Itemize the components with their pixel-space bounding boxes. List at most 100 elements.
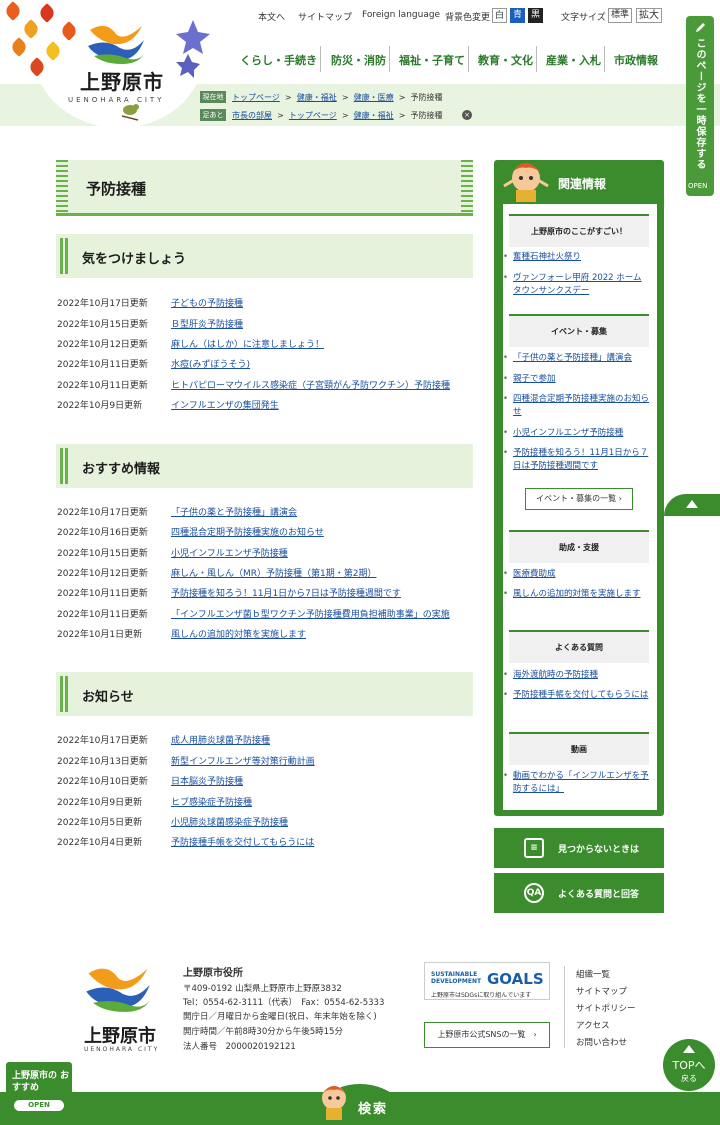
related-link[interactable]: 海外渡航時の予防接種 bbox=[503, 669, 650, 682]
recommend-open-label: OPEN bbox=[14, 1100, 64, 1111]
update-date: 2022年10月11日更新 bbox=[57, 589, 148, 599]
search-label: 検索 bbox=[358, 1102, 389, 1117]
article-link[interactable]: 日本脳炎予防接種 bbox=[171, 774, 243, 787]
related-link[interactable]: 動画でわかる「インフルエンザを予防するには」 bbox=[503, 770, 650, 796]
chevron-right-icon: › bbox=[525, 1030, 537, 1039]
document-search-icon: ≡ bbox=[524, 838, 544, 858]
update-date: 2022年10月10日更新 bbox=[57, 777, 148, 787]
arrow-up-icon bbox=[686, 500, 698, 508]
article-link[interactable]: 「子供の薬と予防接種」講演会 bbox=[171, 505, 297, 518]
article-link[interactable]: 新型インフルエンザ等対策行動計画 bbox=[171, 754, 315, 767]
trail-health-welfare[interactable]: 健康・福祉 bbox=[354, 111, 394, 120]
related-link[interactable]: ヴァンフォーレ甲府 2022 ホームタウンサンクスデー bbox=[503, 272, 650, 298]
article-link[interactable]: 小児肺炎球菌感染症予防接種 bbox=[171, 815, 288, 828]
side-scroll-tab[interactable] bbox=[664, 494, 720, 516]
update-date: 2022年10月1日更新 bbox=[57, 630, 143, 640]
footer-link-sitemap[interactable]: サイトマップ bbox=[576, 985, 627, 997]
article-link[interactable]: 麻しん（はしか）に注意しましょう！ bbox=[171, 337, 324, 350]
article-link[interactable]: 風しんの追加的対策を実施します bbox=[171, 627, 306, 640]
article-link[interactable]: Ｂ型肝炎予防接種 bbox=[171, 317, 243, 330]
mascot-icon bbox=[503, 163, 549, 202]
font-size-normal-button[interactable]: 標準 bbox=[608, 8, 632, 23]
related-link[interactable]: 四種混合定期予防接種実施のお知らせ bbox=[503, 393, 650, 419]
foreign-language-link[interactable]: Foreign language bbox=[362, 10, 440, 20]
footer-link-site-policy[interactable]: サイトポリシー bbox=[576, 1002, 636, 1014]
event-list-button[interactable]: イベント・募集の一覧 › bbox=[525, 488, 633, 510]
article-link[interactable]: インフルエンザの集団発生 bbox=[171, 398, 279, 411]
section-heading: 気をつけましょう bbox=[56, 234, 473, 278]
article-link[interactable]: 予防接種手帳を交付してもらうには bbox=[171, 835, 314, 848]
article-link[interactable]: 四種混合定期予防接種実施のお知らせ bbox=[171, 525, 324, 538]
trail-current: 予防接種 bbox=[410, 111, 443, 120]
footer-link-contact[interactable]: お問い合わせ bbox=[576, 1036, 627, 1048]
logo-text[interactable]: 上野原市 bbox=[80, 66, 164, 95]
recommend-tab[interactable]: 上野原市の おすすめ OPEN bbox=[6, 1062, 72, 1116]
related-group-title: よくある質問 bbox=[509, 630, 649, 663]
sdgs-banner[interactable]: SUSTAINABLE DEVELOPMENT GOALS 上野原市はSDGsに… bbox=[424, 962, 550, 1000]
footer-phone: Tel：0554-62-3111（代表） Fax：0554-62-5333 bbox=[183, 998, 385, 1008]
update-date: 2022年10月17日更新 bbox=[57, 508, 148, 518]
update-date: 2022年10月13日更新 bbox=[57, 757, 148, 767]
qa-icon: QA bbox=[524, 883, 544, 903]
breadcrumb-trail-tag: 足あと bbox=[200, 109, 226, 121]
breadcrumb-health-welfare[interactable]: 健康・福祉 bbox=[297, 93, 337, 102]
bg-white-button[interactable]: 白 bbox=[492, 8, 507, 23]
article-link[interactable]: 子どもの予防接種 bbox=[171, 296, 243, 309]
related-group-title: 助成・支援 bbox=[509, 530, 649, 563]
trail-top[interactable]: トップページ bbox=[289, 111, 337, 120]
update-date: 2022年10月15日更新 bbox=[57, 320, 148, 330]
article-link[interactable]: ヒブ感染症予防接種 bbox=[171, 795, 252, 808]
bg-black-button[interactable]: 黒 bbox=[528, 8, 543, 23]
top-label: TOPへ bbox=[672, 1059, 706, 1072]
nav-divider bbox=[320, 46, 321, 72]
footer-link-access[interactable]: アクセス bbox=[576, 1019, 610, 1031]
arrow-up-icon bbox=[683, 1045, 695, 1053]
nav-city-info[interactable]: 市政情報 bbox=[614, 52, 658, 68]
update-date: 2022年10月16日更新 bbox=[57, 528, 148, 538]
font-size-large-button[interactable]: 拡大 bbox=[636, 8, 662, 23]
nav-industry[interactable]: 産業・入札 bbox=[546, 52, 601, 68]
article-link[interactable]: 小児インフルエンザ予防接種 bbox=[171, 546, 288, 559]
breadcrumb-current: 予防接種 bbox=[410, 93, 443, 102]
nav-welfare[interactable]: 福祉・子育て bbox=[399, 52, 465, 68]
bg-blue-button[interactable]: 青 bbox=[510, 8, 525, 23]
related-link[interactable]: 「子供の薬と予防接種」講演会 bbox=[503, 352, 650, 365]
not-found-button[interactable]: ≡ 見つからないときは bbox=[494, 828, 664, 868]
footer-corporate-number: 法人番号 2000020192121 bbox=[183, 1042, 296, 1052]
sdgs-text: SUSTAINABLE DEVELOPMENT bbox=[431, 971, 482, 985]
not-found-label: 見つからないときは bbox=[558, 845, 640, 855]
related-link[interactable]: 小児インフルエンザ予防接種 bbox=[503, 427, 650, 440]
related-link[interactable]: 医療費助成 bbox=[503, 568, 650, 581]
search-button[interactable]: 検索 bbox=[300, 1084, 420, 1125]
article-link[interactable]: 「インフルエンザ菌ｂ型ワクチン予防接種費用負担補助事業」の実施 bbox=[171, 607, 450, 620]
faq-button[interactable]: QA よくある質問と回答 bbox=[494, 873, 664, 913]
nav-disaster[interactable]: 防災・消防 bbox=[331, 52, 386, 68]
nav-divider bbox=[468, 46, 469, 72]
article-link[interactable]: ヒトパピローマウイルス感染症（子宮頸がん予防ワクチン）予防接種 bbox=[171, 378, 450, 391]
sitemap-link[interactable]: サイトマップ bbox=[298, 10, 352, 23]
back-to-top-button[interactable]: TOPへ 戻る bbox=[663, 1039, 715, 1091]
article-link[interactable]: 水痘(みずぼうそう) bbox=[171, 357, 250, 370]
update-date: 2022年10月4日更新 bbox=[57, 838, 143, 848]
bg-color-label: 背景色変更 bbox=[445, 13, 491, 23]
related-link[interactable]: 予防接種手帳を交付してもらうには bbox=[503, 689, 650, 702]
nav-living[interactable]: くらし・手続き bbox=[240, 52, 317, 68]
article-link[interactable]: 成人用肺炎球菌予防接種 bbox=[171, 733, 270, 746]
article-link[interactable]: 予防接種を知ろう！11月1日から7日は予防接種週間です bbox=[171, 586, 401, 599]
related-link[interactable]: 風しんの追加的対策を実施します bbox=[503, 588, 650, 601]
skip-to-content-link[interactable]: 本文へ bbox=[258, 10, 285, 23]
breadcrumb-separator: > bbox=[282, 93, 295, 102]
save-page-tab[interactable]: このページを一時保存する OPEN bbox=[686, 16, 714, 196]
trail-mayor-room[interactable]: 市長の部屋 bbox=[232, 111, 272, 120]
article-link[interactable]: 麻しん・風しん（MR）予防接種（第1期・第2期） bbox=[171, 566, 376, 579]
breadcrumb-top[interactable]: トップページ bbox=[232, 93, 280, 102]
related-link[interactable]: 予防接種を知ろう！11月1日から７日は予防接種週間です bbox=[503, 447, 650, 473]
footer-link-org-list[interactable]: 組織一覧 bbox=[576, 968, 610, 980]
related-link[interactable]: 親子で参加 bbox=[503, 373, 650, 386]
related-link[interactable]: 奮種石神社火祭り bbox=[503, 251, 650, 264]
section-heading: おすすめ情報 bbox=[56, 444, 473, 488]
sns-list-button[interactable]: 上野原市公式SNSの一覧 › bbox=[424, 1022, 550, 1048]
nav-education[interactable]: 教育・文化 bbox=[478, 52, 533, 68]
clear-trail-icon[interactable]: × bbox=[462, 110, 472, 120]
breadcrumb-health-medical[interactable]: 健康・医療 bbox=[354, 93, 394, 102]
